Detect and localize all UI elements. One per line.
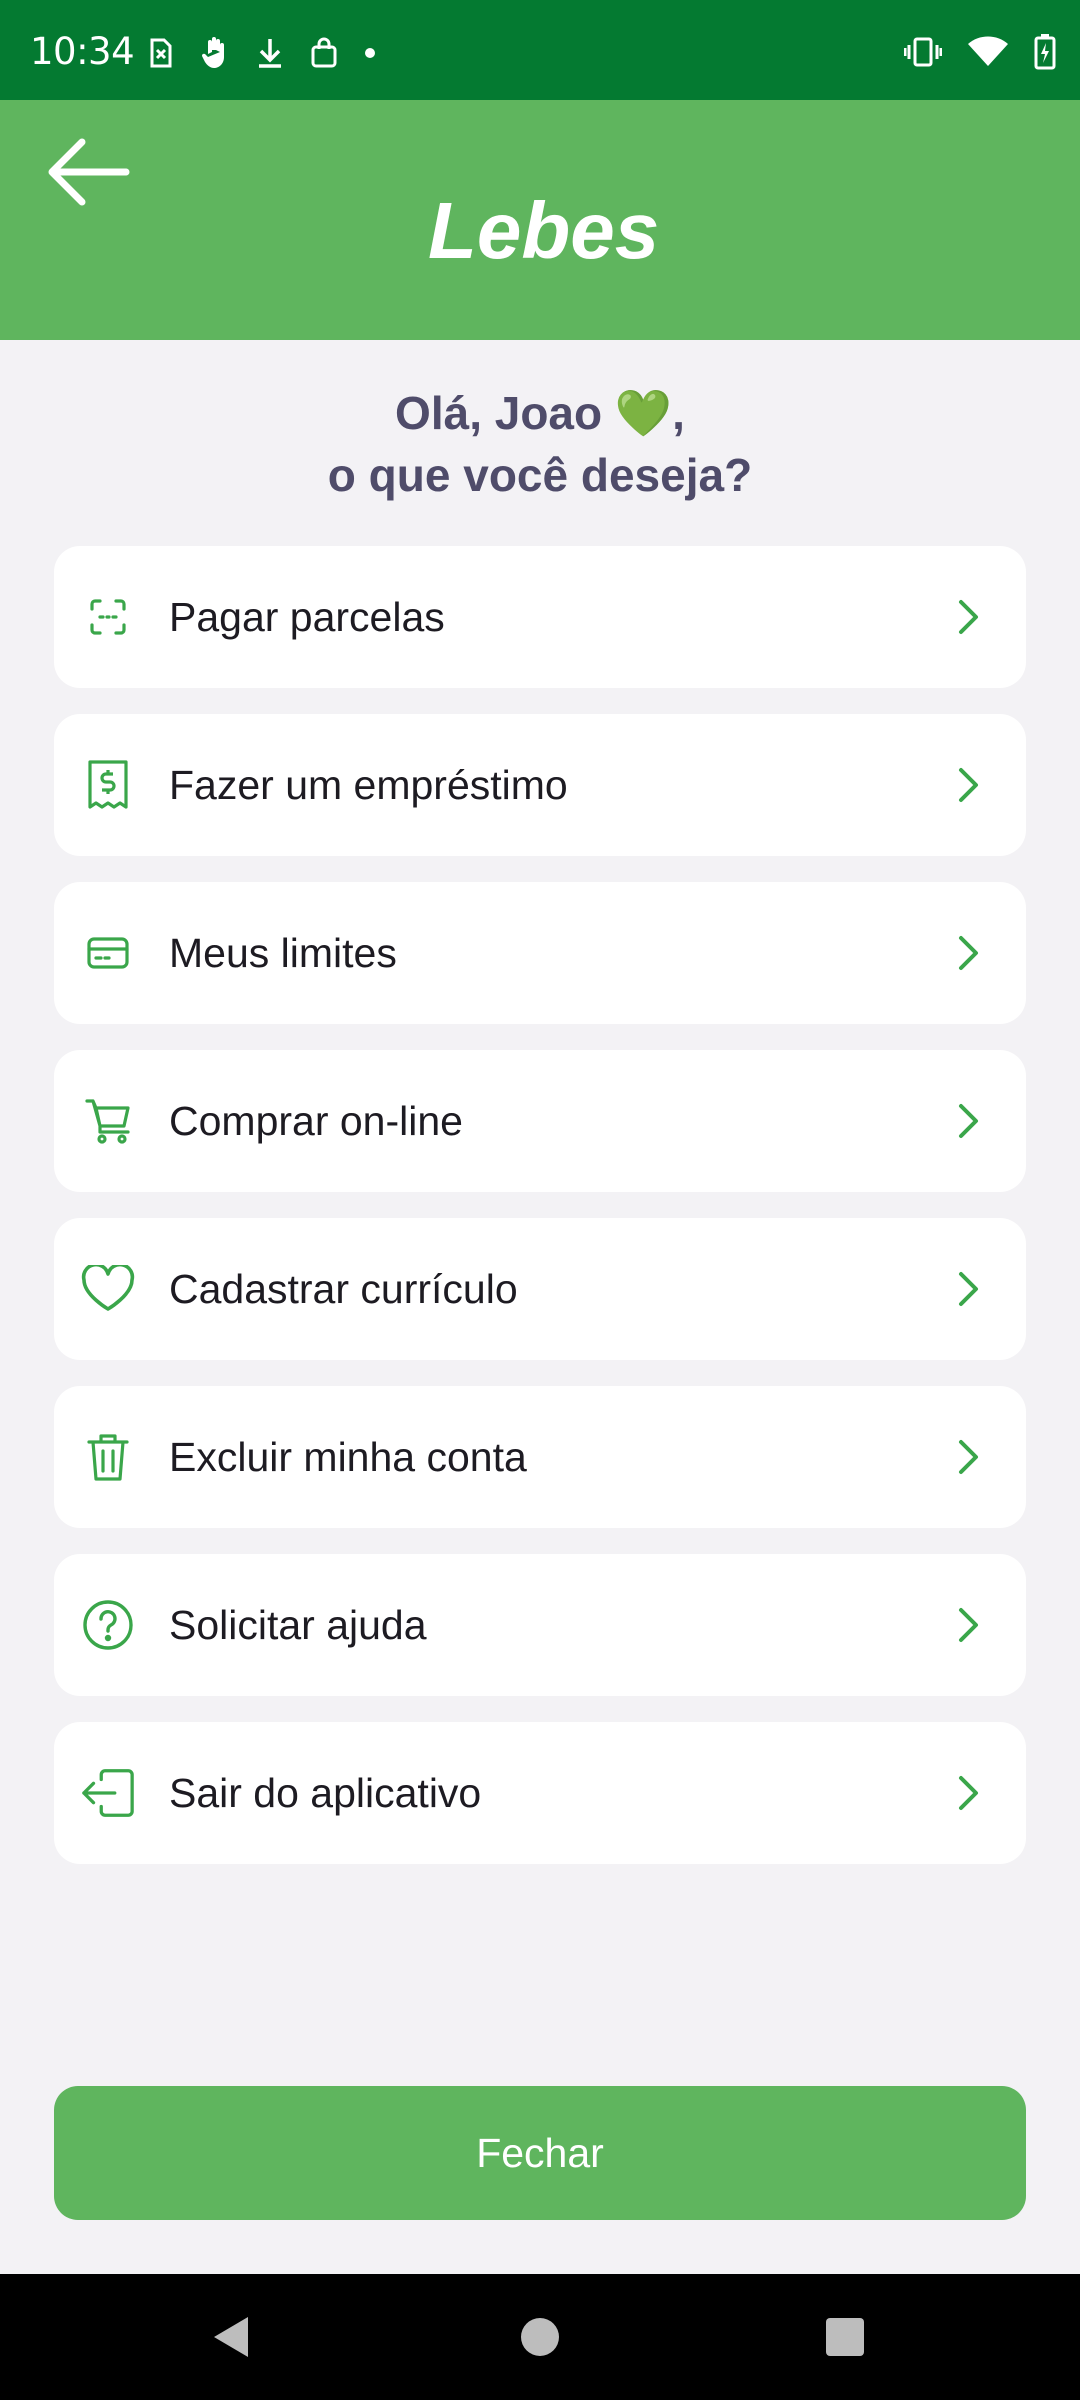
status-bar: 10:34 <box>0 0 1080 100</box>
notification-icons <box>148 36 376 70</box>
hand-icon <box>201 37 224 68</box>
trash-icon <box>80 1429 136 1485</box>
menu-item-label: Pagar parcelas <box>169 594 445 640</box>
greeting: Olá, Joao 💚, o que você deseja? <box>0 382 1080 506</box>
menu-item-label: Comprar on-line <box>169 1098 463 1144</box>
menu-item-cadastrar-curriculo[interactable]: Cadastrar currículo <box>54 1218 1026 1360</box>
menu-item-label: Cadastrar currículo <box>169 1266 518 1312</box>
nav-recents-icon[interactable] <box>826 2318 864 2356</box>
menu-item-label: Sair do aplicativo <box>169 1770 482 1816</box>
chevron-right-icon <box>959 768 978 802</box>
system-icons <box>904 34 1056 70</box>
chevron-right-icon <box>959 1776 978 1810</box>
nav-back-icon[interactable] <box>210 2314 250 2360</box>
barcode-scan-icon <box>80 589 136 645</box>
back-button[interactable] <box>44 132 132 212</box>
menu-item-label: Meus limites <box>169 930 397 976</box>
menu-item-excluir-conta[interactable]: Excluir minha conta <box>54 1386 1026 1528</box>
download-icon <box>259 39 281 68</box>
greeting-line-1: Olá, Joao 💚, <box>395 387 685 439</box>
menu-item-meus-limites[interactable]: Meus limites <box>54 882 1026 1024</box>
system-nav-bar <box>0 2274 1080 2400</box>
menu-item-comprar-online[interactable]: Comprar on-line <box>54 1050 1026 1192</box>
chevron-right-icon <box>959 1104 978 1138</box>
svg-text:Lebes: Lebes <box>428 186 659 275</box>
vibrate-icon <box>904 37 942 67</box>
menu-item-pagar-parcelas[interactable]: Pagar parcelas <box>54 546 1026 688</box>
chevron-right-icon <box>959 1440 978 1474</box>
chevron-right-icon <box>959 600 978 634</box>
status-time: 10:34 <box>30 30 135 73</box>
menu-item-sair-aplicativo[interactable]: Sair do aplicativo <box>54 1722 1026 1864</box>
shopping-bag-icon <box>311 37 337 68</box>
menu-item-label: Excluir minha conta <box>169 1434 527 1480</box>
dot-icon <box>365 48 375 58</box>
sim-off-icon <box>150 38 172 68</box>
menu-item-solicitar-ajuda[interactable]: Solicitar ajuda <box>54 1554 1026 1696</box>
battery-charging-icon <box>1034 34 1056 70</box>
arrow-left-icon <box>48 138 130 206</box>
lebes-logo: Lebes <box>428 186 659 275</box>
greeting-line-2: o que você deseja? <box>327 449 753 501</box>
menu-item-label: Fazer um empréstimo <box>169 762 568 808</box>
menu-item-fazer-emprestimo[interactable]: Fazer um empréstimo <box>54 714 1026 856</box>
menu-item-label: Solicitar ajuda <box>169 1602 427 1648</box>
credit-card-icon <box>80 925 136 981</box>
chevron-right-icon <box>959 936 978 970</box>
receipt-dollar-icon <box>80 757 136 813</box>
close-button[interactable]: Fechar <box>54 2086 1026 2220</box>
heart-icon <box>80 1261 136 1317</box>
options-menu: Pagar parcelas Fazer um empréstimo Meus … <box>54 546 1026 1890</box>
chevron-right-icon <box>959 1272 978 1306</box>
nav-home-icon[interactable] <box>521 2318 559 2356</box>
help-circle-icon <box>80 1597 136 1653</box>
logout-icon <box>80 1765 136 1821</box>
cart-icon <box>80 1093 136 1149</box>
chevron-right-icon <box>959 1608 978 1642</box>
wifi-icon <box>968 36 1008 66</box>
